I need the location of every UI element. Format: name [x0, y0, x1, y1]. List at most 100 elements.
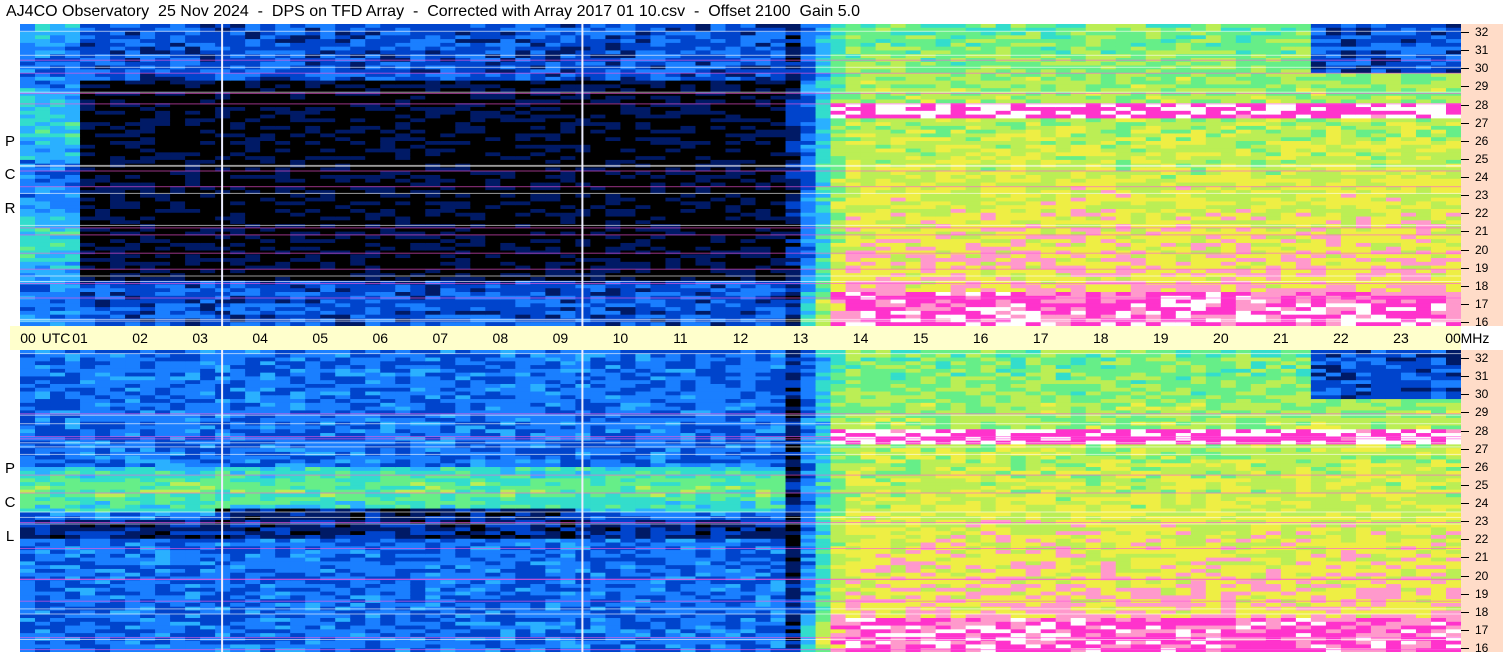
heatmap-cell: [560, 276, 576, 282]
heatmap-cell: [710, 216, 727, 221]
heatmap-cell: [200, 276, 216, 282]
heatmap-cell: [695, 235, 712, 240]
heatmap-cell: [770, 99, 787, 104]
heatmap-cell: [935, 35, 952, 40]
heatmap-cell: [845, 227, 862, 233]
heatmap-cell: [140, 201, 156, 206]
heatmap-cell: [860, 258, 877, 263]
heatmap-cell: [680, 201, 697, 206]
heatmap-cell: [230, 125, 246, 131]
heatmap-cell: [230, 235, 246, 240]
heatmap-cell: [770, 125, 787, 131]
heatmap-cell: [710, 118, 727, 123]
heatmap-cell: [200, 299, 216, 304]
heatmap-cell: [440, 197, 456, 203]
heatmap-cell: [155, 141, 171, 146]
heatmap-cell: [65, 303, 81, 308]
heatmap-cell: [830, 107, 847, 112]
heatmap-cell: [305, 303, 321, 308]
heatmap-cell: [185, 178, 201, 184]
heatmap-cell: [350, 107, 366, 112]
heatmap-cell: [665, 133, 682, 138]
heatmap-cell: [875, 310, 892, 316]
heatmap-cell: [830, 24, 847, 29]
heatmap-cell: [755, 148, 772, 153]
heatmap-cell: [845, 314, 862, 320]
heatmap-cell: [875, 235, 892, 240]
heatmap-cell: [605, 129, 622, 135]
heatmap-cell: [500, 46, 516, 52]
heatmap-cell: [125, 216, 141, 221]
heatmap-cell: [275, 227, 291, 233]
heatmap-cell: [410, 84, 426, 89]
heatmap-cell: [110, 197, 126, 203]
heatmap-cell: [785, 144, 802, 150]
heatmap-cell: [200, 107, 216, 112]
heatmap-cell: [620, 292, 637, 297]
heatmap-cell: [50, 35, 66, 40]
heatmap-cell: [920, 61, 937, 67]
heatmap-cell: [485, 258, 501, 263]
heatmap-cell: [785, 220, 802, 225]
heatmap-cell: [530, 156, 546, 161]
heatmap-cell: [755, 246, 772, 252]
heatmap-cell: [290, 24, 306, 29]
heatmap-cell: [650, 31, 667, 36]
heatmap-cell: [650, 239, 667, 244]
heatmap-cell: [830, 178, 847, 184]
heatmap-cell: [410, 299, 426, 304]
heatmap-cell: [110, 141, 126, 146]
heatmap-cell: [230, 118, 246, 123]
heatmap-cell: [395, 254, 411, 259]
heatmap-cell: [560, 159, 576, 165]
heatmap-cell: [230, 129, 246, 135]
heatmap-cell: [425, 24, 441, 29]
heatmap-cell: [305, 284, 321, 289]
heatmap-cell: [35, 73, 51, 78]
heatmap-cell: [485, 110, 501, 116]
heatmap-cell: [95, 314, 111, 320]
heatmap-cell: [590, 129, 607, 135]
heatmap-cell: [560, 246, 576, 252]
heatmap-cell: [860, 50, 877, 55]
heatmap-cell: [320, 208, 336, 214]
heatmap-cell: [485, 242, 501, 248]
heatmap-cell: [530, 125, 546, 131]
heatmap-cell: [890, 303, 907, 308]
heatmap-cell: [545, 46, 561, 52]
heatmap-cell: [590, 205, 607, 210]
heatmap-cell: [320, 242, 336, 248]
heatmap-cell: [125, 299, 141, 304]
heatmap-cell: [170, 137, 186, 142]
heatmap-cell: [860, 84, 877, 89]
heatmap-cell: [890, 299, 907, 304]
heatmap-cell: [815, 84, 832, 89]
heatmap-cell: [605, 171, 622, 176]
heatmap-cell: [425, 84, 441, 89]
heatmap-cell: [650, 24, 667, 29]
heatmap-cell: [875, 84, 892, 89]
heatmap-cell: [140, 159, 156, 165]
heatmap-cell: [275, 246, 291, 252]
heatmap-cell: [245, 42, 261, 48]
heatmap-cell: [875, 118, 892, 123]
heatmap-cell: [665, 129, 682, 135]
heatmap-cell: [695, 125, 712, 131]
heatmap-cell: [50, 76, 66, 82]
heatmap-cell: [395, 76, 411, 82]
heatmap-cell: [935, 156, 952, 161]
heatmap-cell: [755, 31, 772, 36]
heatmap-cell: [725, 84, 742, 89]
heatmap-cell: [290, 288, 306, 293]
heatmap-cell: [815, 99, 832, 104]
heatmap-cell: [515, 118, 531, 123]
heatmap-cell: [905, 220, 922, 225]
heatmap-cell: [470, 201, 486, 206]
heatmap-cell: [365, 258, 381, 263]
heatmap-cell: [200, 284, 216, 289]
heatmap-cell: [320, 227, 336, 233]
heatmap-cell: [455, 254, 471, 259]
heatmap-cell: [305, 235, 321, 240]
heatmap-cell: [950, 73, 967, 78]
heatmap-cell: [800, 39, 817, 44]
